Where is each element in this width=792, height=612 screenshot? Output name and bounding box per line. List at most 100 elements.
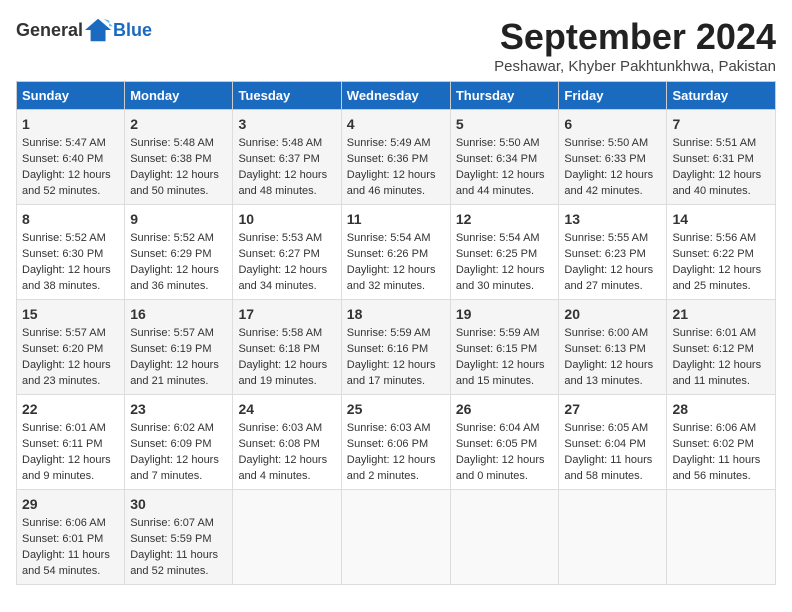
logo-general-text: General [16, 20, 83, 41]
calendar-cell: 2Sunrise: 5:48 AMSunset: 6:38 PMDaylight… [125, 110, 233, 205]
day-info-line: Daylight: 12 hours [564, 168, 661, 184]
day-info-line: and 38 minutes. [22, 279, 119, 295]
col-header-thursday: Thursday [450, 82, 559, 110]
day-number: 30 [130, 494, 227, 514]
day-info-line: Sunset: 6:31 PM [672, 152, 770, 168]
day-info-line: Sunrise: 5:54 AM [347, 231, 445, 247]
day-info-line: and 52 minutes. [130, 564, 227, 580]
day-info-line: Sunset: 6:19 PM [130, 342, 227, 358]
day-info-line: Daylight: 12 hours [238, 453, 335, 469]
day-info-line: Sunset: 6:13 PM [564, 342, 661, 358]
day-number: 6 [564, 114, 661, 134]
col-header-wednesday: Wednesday [341, 82, 450, 110]
day-info-line: Sunrise: 5:57 AM [130, 326, 227, 342]
day-info-line: and 9 minutes. [22, 469, 119, 485]
day-number: 17 [238, 304, 335, 324]
day-info-line: and 23 minutes. [22, 374, 119, 390]
calendar-cell: 4Sunrise: 5:49 AMSunset: 6:36 PMDaylight… [341, 110, 450, 205]
day-info-line: Sunset: 6:33 PM [564, 152, 661, 168]
calendar-cell: 7Sunrise: 5:51 AMSunset: 6:31 PMDaylight… [667, 110, 776, 205]
calendar-cell: 3Sunrise: 5:48 AMSunset: 6:37 PMDaylight… [233, 110, 341, 205]
logo-blue-text: Blue [113, 20, 152, 41]
day-info-line: Daylight: 12 hours [564, 263, 661, 279]
day-info-line: Daylight: 12 hours [130, 263, 227, 279]
calendar-cell [559, 490, 667, 585]
day-info-line: and 34 minutes. [238, 279, 335, 295]
calendar-cell: 13Sunrise: 5:55 AMSunset: 6:23 PMDayligh… [559, 205, 667, 300]
day-info-line: Sunset: 6:29 PM [130, 247, 227, 263]
day-number: 22 [22, 399, 119, 419]
day-info-line: Daylight: 12 hours [672, 168, 770, 184]
day-info-line: and 15 minutes. [456, 374, 554, 390]
day-info-line: Sunset: 6:20 PM [22, 342, 119, 358]
calendar-cell: 6 Sunrise: 5:50 AMSunset: 6:33 PMDaylight… [559, 110, 667, 205]
day-info-line: Daylight: 11 hours [22, 548, 119, 564]
day-info-line: Sunset: 6:02 PM [672, 437, 770, 453]
day-number: 11 [347, 209, 445, 229]
day-number: 15 [22, 304, 119, 324]
day-info-line: and 11 minutes. [672, 374, 770, 390]
day-info-line: Sunrise: 5:50 AM [564, 136, 661, 152]
day-number: 13 [564, 209, 661, 229]
day-info-line: Sunrise: 5:48 AM [130, 136, 227, 152]
month-title: September 2024 [494, 16, 776, 58]
day-info-line: Sunrise: 5:59 AM [347, 326, 445, 342]
day-info-line: Sunrise: 6:02 AM [130, 421, 227, 437]
day-info-line: Sunset: 6:26 PM [347, 247, 445, 263]
day-number: 29 [22, 494, 119, 514]
day-info-line: Sunrise: 6:01 AM [672, 326, 770, 342]
day-number: 9 [130, 209, 227, 229]
day-info-line: Sunrise: 5:52 AM [130, 231, 227, 247]
day-info-line: Sunset: 6:05 PM [456, 437, 554, 453]
day-number: 14 [672, 209, 770, 229]
day-info-line: Daylight: 11 hours [130, 548, 227, 564]
logo: General Blue [16, 16, 152, 44]
calendar-cell: 17Sunrise: 5:58 AMSunset: 6:18 PMDayligh… [233, 300, 341, 395]
day-info-line: Daylight: 12 hours [456, 168, 554, 184]
day-info-line: and 36 minutes. [130, 279, 227, 295]
calendar-cell [450, 490, 559, 585]
calendar-cell: 22Sunrise: 6:01 AMSunset: 6:11 PMDayligh… [17, 395, 125, 490]
day-number: 28 [672, 399, 770, 419]
day-info-line: Sunrise: 5:49 AM [347, 136, 445, 152]
day-number: 8 [22, 209, 119, 229]
day-info-line: Daylight: 12 hours [456, 263, 554, 279]
col-header-monday: Monday [125, 82, 233, 110]
day-info-line: and 40 minutes. [672, 184, 770, 200]
calendar-table: SundayMondayTuesdayWednesdayThursdayFrid… [16, 81, 776, 585]
day-info-line: Daylight: 12 hours [238, 358, 335, 374]
day-number: 26 [456, 399, 554, 419]
day-number: 4 [347, 114, 445, 134]
day-number: 18 [347, 304, 445, 324]
calendar-cell: 23Sunrise: 6:02 AMSunset: 6:09 PMDayligh… [125, 395, 233, 490]
day-number: 2 [130, 114, 227, 134]
day-info-line: Daylight: 12 hours [22, 453, 119, 469]
day-info-line: Sunset: 6:30 PM [22, 247, 119, 263]
calendar-cell: 15Sunrise: 5:57 AMSunset: 6:20 PMDayligh… [17, 300, 125, 395]
title-block: September 2024 Peshawar, Khyber Pakhtunk… [494, 16, 776, 75]
calendar-cell: 25Sunrise: 6:03 AMSunset: 6:06 PMDayligh… [341, 395, 450, 490]
day-info-line: Sunrise: 5:48 AM [238, 136, 335, 152]
day-info-line: and 32 minutes. [347, 279, 445, 295]
column-headers-row: SundayMondayTuesdayWednesdayThursdayFrid… [17, 82, 776, 110]
day-info-line: Sunset: 6:23 PM [564, 247, 661, 263]
day-number: 10 [238, 209, 335, 229]
calendar-cell [341, 490, 450, 585]
week-row-1: 1Sunrise: 5:47 AMSunset: 6:40 PMDaylight… [17, 110, 776, 205]
day-info-line: Sunrise: 5:51 AM [672, 136, 770, 152]
day-info-line: and 52 minutes. [22, 184, 119, 200]
calendar-cell: 30Sunrise: 6:07 AMSunset: 5:59 PMDayligh… [125, 490, 233, 585]
calendar-cell: 14Sunrise: 5:56 AMSunset: 6:22 PMDayligh… [667, 205, 776, 300]
day-info-line: and 17 minutes. [347, 374, 445, 390]
day-info-line: Sunrise: 6:04 AM [456, 421, 554, 437]
day-info-line: Daylight: 12 hours [130, 358, 227, 374]
col-header-friday: Friday [559, 82, 667, 110]
day-info-line: Sunset: 6:37 PM [238, 152, 335, 168]
calendar-cell: 10Sunrise: 5:53 AMSunset: 6:27 PMDayligh… [233, 205, 341, 300]
day-info-line: Sunset: 6:15 PM [456, 342, 554, 358]
day-info-line: Sunset: 6:40 PM [22, 152, 119, 168]
day-info-line: Sunrise: 5:59 AM [456, 326, 554, 342]
calendar-cell: 12Sunrise: 5:54 AMSunset: 6:25 PMDayligh… [450, 205, 559, 300]
day-info-line: Daylight: 12 hours [238, 263, 335, 279]
day-info-line: Sunset: 6:22 PM [672, 247, 770, 263]
